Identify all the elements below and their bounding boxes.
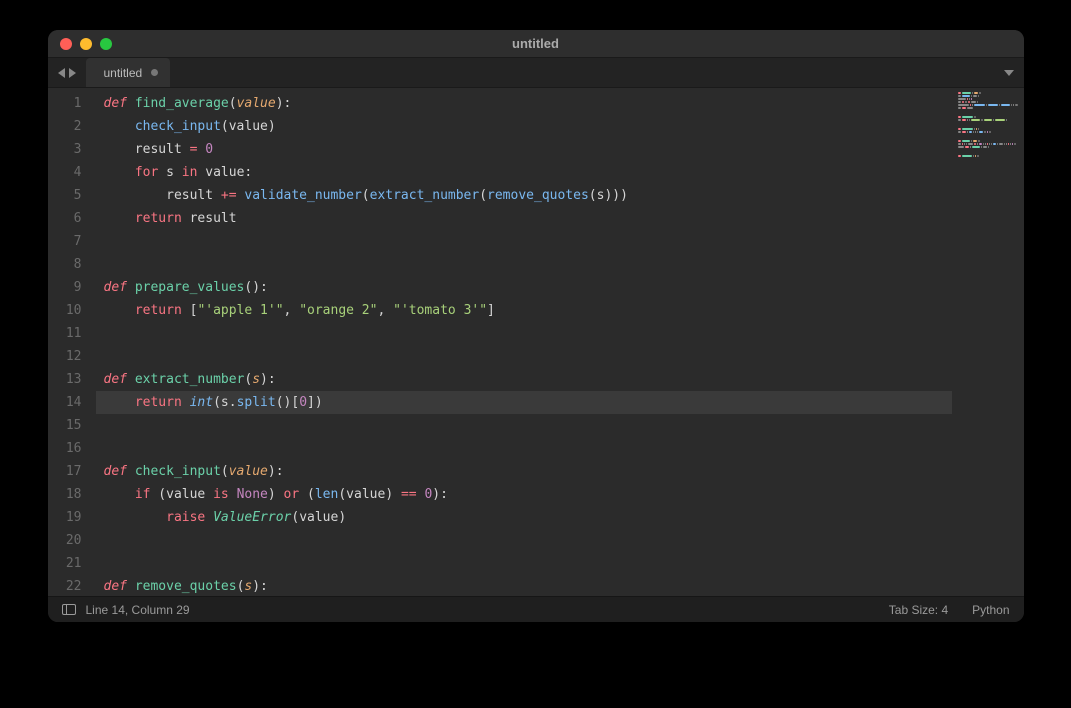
line-number: 4	[48, 161, 82, 184]
line-number: 12	[48, 345, 82, 368]
titlebar: untitled	[48, 30, 1024, 58]
line-number: 21	[48, 552, 82, 575]
line-number: 18	[48, 483, 82, 506]
window-title: untitled	[48, 36, 1024, 51]
line-number: 20	[48, 529, 82, 552]
line-number: 10	[48, 299, 82, 322]
code-line[interactable]	[96, 529, 952, 552]
editor-window: untitled untitled 1234567891011121314151…	[48, 30, 1024, 622]
line-number: 22	[48, 575, 82, 598]
dirty-indicator-icon	[151, 69, 158, 76]
code-line[interactable]	[96, 552, 952, 575]
language-mode[interactable]: Python	[972, 603, 1009, 617]
minimize-icon[interactable]	[80, 38, 92, 50]
code-line[interactable]	[96, 345, 952, 368]
code-editor[interactable]: def find_average(value): check_input(val…	[96, 88, 952, 596]
line-number: 2	[48, 115, 82, 138]
editor-area: 12345678910111213141516171819202122 def …	[48, 88, 1024, 596]
panel-toggle-icon[interactable]	[62, 604, 76, 615]
code-line[interactable]: def find_average(value):	[96, 92, 952, 115]
code-line[interactable]: return result	[96, 207, 952, 230]
code-line[interactable]	[96, 437, 952, 460]
code-line[interactable]: check_input(value)	[96, 115, 952, 138]
close-icon[interactable]	[60, 38, 72, 50]
line-number: 13	[48, 368, 82, 391]
code-line[interactable]	[96, 253, 952, 276]
code-line[interactable]: return int(s.split()[0])	[96, 391, 952, 414]
code-line[interactable]: return ["'apple 1'", "orange 2", "'tomat…	[96, 299, 952, 322]
tab-size[interactable]: Tab Size: 4	[889, 603, 948, 617]
code-line[interactable]: result = 0	[96, 138, 952, 161]
line-number: 8	[48, 253, 82, 276]
code-line[interactable]	[96, 230, 952, 253]
code-line[interactable]: if (value is None) or (len(value) == 0):	[96, 483, 952, 506]
line-number: 16	[48, 437, 82, 460]
code-line[interactable]	[96, 414, 952, 437]
code-line[interactable]: for s in value:	[96, 161, 952, 184]
line-number: 3	[48, 138, 82, 161]
line-number: 14	[48, 391, 82, 414]
code-line[interactable]: def prepare_values():	[96, 276, 952, 299]
code-line[interactable]: def extract_number(s):	[96, 368, 952, 391]
nav-forward-icon[interactable]	[69, 68, 76, 78]
line-number: 5	[48, 184, 82, 207]
line-number: 15	[48, 414, 82, 437]
tab-label: untitled	[104, 66, 143, 80]
cursor-position[interactable]: Line 14, Column 29	[86, 603, 190, 617]
code-line[interactable]: def check_input(value):	[96, 460, 952, 483]
line-number-gutter: 12345678910111213141516171819202122	[48, 88, 96, 596]
statusbar: Line 14, Column 29 Tab Size: 4 Python	[48, 596, 1024, 622]
code-line[interactable]: raise ValueError(value)	[96, 506, 952, 529]
tab-untitled[interactable]: untitled	[86, 58, 171, 87]
nav-back-icon[interactable]	[58, 68, 65, 78]
tab-dropdown-icon[interactable]	[1004, 70, 1014, 76]
line-number: 19	[48, 506, 82, 529]
code-line[interactable]: result += validate_number(extract_number…	[96, 184, 952, 207]
tabbar: untitled	[48, 58, 1024, 88]
line-number: 7	[48, 230, 82, 253]
nav-arrows	[48, 58, 86, 87]
traffic-lights	[48, 38, 112, 50]
code-line[interactable]	[96, 322, 952, 345]
line-number: 1	[48, 92, 82, 115]
line-number: 17	[48, 460, 82, 483]
line-number: 11	[48, 322, 82, 345]
maximize-icon[interactable]	[100, 38, 112, 50]
line-number: 9	[48, 276, 82, 299]
code-line[interactable]: def remove_quotes(s):	[96, 575, 952, 598]
line-number: 6	[48, 207, 82, 230]
minimap[interactable]	[952, 88, 1024, 596]
